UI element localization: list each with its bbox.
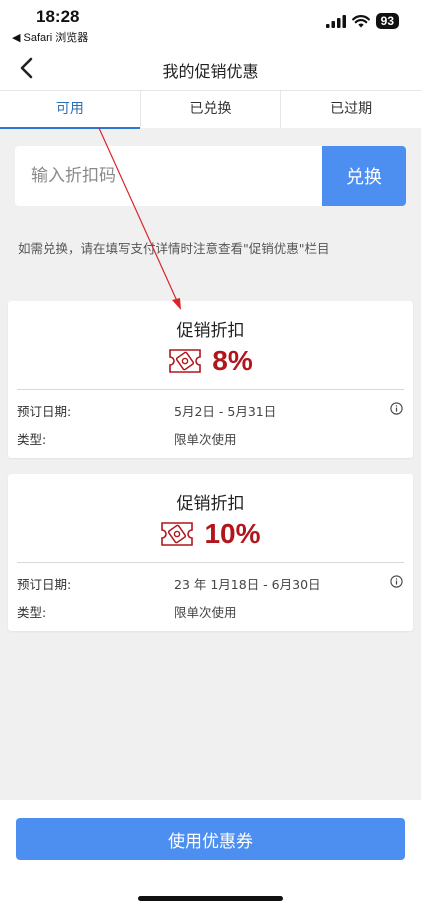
nav-bar: 我的促销优惠	[0, 46, 421, 90]
coupon-value-row: 8%	[8, 345, 413, 377]
coupon-title: 促销折扣	[176, 321, 245, 341]
use-coupon-button[interactable]: 使用优惠券	[16, 818, 405, 860]
booking-date-value: 5月2日 - 5月31日	[174, 404, 277, 419]
coupon-discount: 8%	[212, 345, 253, 376]
tab-bar: 可用 已兑换 已过期	[0, 90, 421, 129]
booking-date-label: 预订日期:	[17, 577, 72, 592]
redeem-button[interactable]: 兑换	[322, 146, 406, 206]
coupon-value-row: 10%	[8, 518, 413, 550]
coupon-type-label: 类型:	[17, 432, 47, 447]
coupon-title: 促销折扣	[176, 494, 245, 514]
card-divider	[17, 389, 404, 390]
coupon-type-value: 限单次使用	[174, 432, 237, 447]
status-time: 18:28	[36, 7, 80, 26]
redeem-hint: 如需兑换，请在填写支付详情时注意查看"促销优惠"栏目	[18, 241, 330, 256]
coupon-type-label: 类型:	[17, 605, 47, 620]
tab-available[interactable]: 可用	[0, 91, 141, 129]
booking-date-value: 23 年 1月18日 - 6月30日	[174, 577, 321, 592]
status-bar: 18:28 ◀ Safari 浏览器 93	[0, 0, 421, 46]
coupon-discount: 10%	[204, 518, 261, 549]
tab-expired[interactable]: 已过期	[281, 91, 421, 128]
booking-date-label: 预订日期:	[17, 404, 72, 419]
coupon-ticket-icon	[169, 349, 202, 373]
status-icons: 93	[325, 13, 399, 29]
tab-redeemed[interactable]: 已兑换	[141, 91, 282, 128]
wifi-icon	[351, 14, 370, 27]
signal-icon	[325, 14, 346, 28]
battery-icon: 93	[375, 13, 399, 29]
discount-code-input[interactable]	[15, 146, 322, 206]
home-indicator	[138, 896, 283, 901]
coupon-card[interactable]: 促销折扣 10% 预订日期: 23 年 1月18日 - 6月30日 类型: 限单…	[8, 474, 413, 631]
discount-code-box: 兑换	[15, 146, 406, 206]
coupon-ticket-icon	[161, 522, 194, 546]
bottom-bar: 使用优惠券	[0, 800, 421, 910]
coupon-type-value: 限单次使用	[174, 605, 237, 620]
card-divider	[17, 562, 404, 563]
info-icon[interactable]	[390, 402, 403, 415]
back-to-safari-link[interactable]: ◀ Safari 浏览器	[12, 29, 88, 45]
page-title: 我的促销优惠	[162, 62, 259, 81]
info-icon[interactable]	[390, 575, 403, 588]
coupon-card[interactable]: 促销折扣 8% 预订日期: 5月2日 - 5月31日 类型: 限单次使用	[8, 301, 413, 458]
